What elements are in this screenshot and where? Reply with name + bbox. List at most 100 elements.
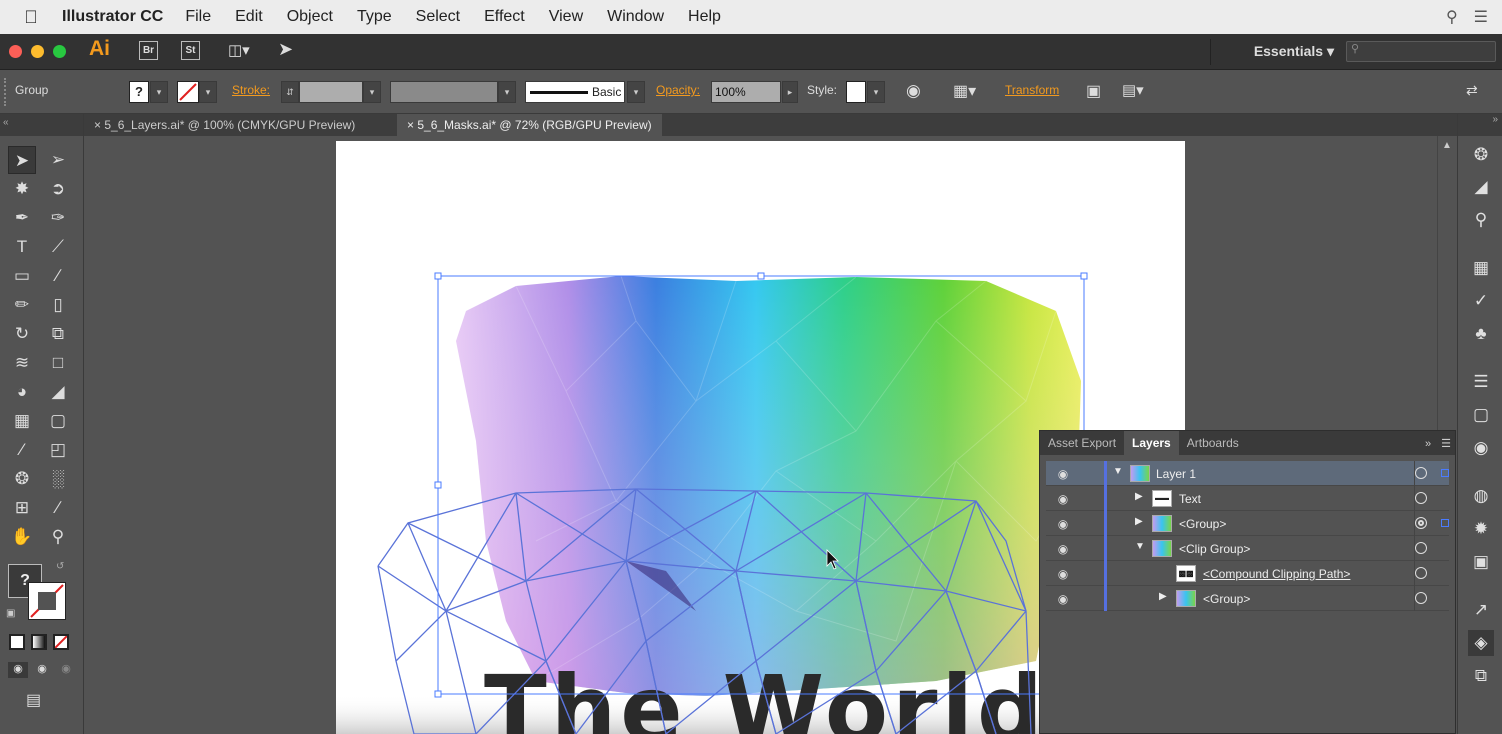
fill-swatch[interactable]: ? bbox=[129, 81, 149, 103]
opacity-panel-link[interactable]: Opacity: bbox=[656, 83, 700, 97]
visibility-eye-icon[interactable]: ◉ bbox=[1052, 567, 1074, 581]
align-to-icon[interactable]: ▦▾ bbox=[953, 81, 976, 101]
handle-top-left[interactable] bbox=[434, 272, 442, 280]
control-bar-grip[interactable] bbox=[4, 78, 7, 106]
brush-dropdown[interactable]: ▾ bbox=[627, 81, 645, 103]
free-transform-tool-icon[interactable]: □ bbox=[44, 349, 72, 377]
draw-normal-icon[interactable]: ◉ bbox=[8, 662, 28, 678]
target-circle-icon[interactable] bbox=[1415, 467, 1427, 479]
artboards-panel-icon[interactable]: ⧉ bbox=[1468, 663, 1494, 689]
disclosure-closed-icon[interactable]: ▶ bbox=[1135, 491, 1143, 502]
gpu-performance-rocket-icon[interactable]: ➤ bbox=[278, 39, 293, 60]
variable-width-profile[interactable] bbox=[390, 81, 498, 103]
scroll-up-arrow-icon[interactable]: ▲ bbox=[1442, 140, 1452, 151]
menu-file[interactable]: File bbox=[185, 8, 211, 26]
opacity-field[interactable]: 100% bbox=[711, 81, 781, 103]
selection-indicator[interactable] bbox=[1441, 469, 1449, 477]
swap-fill-stroke-icon[interactable]: ↺ bbox=[56, 561, 64, 572]
select-similar-icon[interactable]: ▤▾ bbox=[1122, 81, 1144, 99]
hand-tool-icon[interactable]: ✋ bbox=[8, 523, 36, 551]
stroke-weight-stepper[interactable]: ⇵ bbox=[281, 81, 299, 103]
target-circle-icon[interactable] bbox=[1415, 567, 1427, 579]
variable-width-dropdown[interactable]: ▾ bbox=[498, 81, 516, 103]
graphic-style-swatch[interactable] bbox=[846, 81, 866, 103]
tab-5-6-masks[interactable]: × 5_6_Masks.ai* @ 72% (RGB/GPU Preview) bbox=[397, 114, 662, 136]
target-circle-icon[interactable] bbox=[1415, 592, 1427, 604]
disclosure-open-icon[interactable]: ▼ bbox=[1135, 541, 1145, 552]
menu-effect[interactable]: Effect bbox=[484, 8, 525, 26]
draw-behind-icon[interactable]: ◉ bbox=[32, 662, 52, 678]
visibility-eye-icon[interactable]: ◉ bbox=[1052, 517, 1074, 531]
draw-inside-icon[interactable]: ◉ bbox=[56, 662, 76, 678]
visibility-eye-icon[interactable]: ◉ bbox=[1052, 467, 1074, 481]
pen-tool-icon[interactable]: ✒ bbox=[8, 204, 36, 232]
perspective-grid-tool-icon[interactable]: ◢ bbox=[44, 378, 72, 406]
recolor-artwork-icon[interactable]: ◉ bbox=[906, 81, 921, 101]
arrange-documents-icon[interactable]: ◫▾ bbox=[228, 41, 260, 61]
layer-row-group[interactable]: ◉ ▶ <Group> bbox=[1046, 511, 1449, 536]
handle-top-right[interactable] bbox=[1080, 272, 1088, 280]
export-for-screens-icon[interactable]: ↗ bbox=[1468, 597, 1494, 623]
stroke-indicator[interactable] bbox=[28, 582, 66, 620]
warp-tool-icon[interactable]: ≋ bbox=[8, 349, 36, 377]
stroke-weight-dropdown[interactable]: ▾ bbox=[363, 81, 381, 103]
window-close-button[interactable] bbox=[9, 45, 22, 58]
curvature-tool-icon[interactable]: ✑ bbox=[44, 204, 72, 232]
visibility-eye-icon[interactable]: ◉ bbox=[1052, 492, 1074, 506]
stroke-swatch[interactable] bbox=[177, 81, 199, 103]
tab-close-icon[interactable]: × bbox=[407, 118, 414, 132]
window-minimize-button[interactable] bbox=[31, 45, 44, 58]
transform-panel-link[interactable]: Transform bbox=[1005, 83, 1059, 97]
swatches-icon[interactable]: ▦ bbox=[1468, 255, 1494, 281]
appearance-panel-icon[interactable]: ◍ bbox=[1468, 483, 1494, 509]
panel-collapse-icon[interactable]: » bbox=[1425, 438, 1437, 455]
visibility-eye-icon[interactable]: ◉ bbox=[1052, 592, 1074, 606]
stroke-panel-icon[interactable]: ☰ bbox=[1468, 369, 1494, 395]
asset-export-icon[interactable]: ▣ bbox=[1468, 549, 1494, 575]
brush-definition[interactable]: Basic bbox=[525, 81, 625, 103]
column-graph-tool-icon[interactable]: ░ bbox=[44, 465, 72, 493]
stroke-weight-field[interactable] bbox=[299, 81, 363, 103]
symbols-icon[interactable]: ♣ bbox=[1468, 321, 1494, 347]
screen-mode-icon[interactable]: ▤ bbox=[26, 690, 41, 710]
scale-tool-icon[interactable]: ⧉ bbox=[44, 320, 72, 348]
slice-tool-icon[interactable]: ∕ bbox=[44, 494, 72, 522]
layer-row-group-nested[interactable]: ◉ ▶ <Group> bbox=[1046, 586, 1449, 611]
workspace-switcher[interactable]: Essentials ▾ bbox=[1254, 43, 1334, 60]
menu-help[interactable]: Help bbox=[688, 8, 721, 26]
paintbrush-tool-icon[interactable]: ∕ bbox=[44, 262, 72, 290]
cc-libraries-icon[interactable]: ⚲ bbox=[1468, 207, 1494, 233]
handle-middle-left[interactable] bbox=[434, 481, 442, 489]
handle-top-center[interactable] bbox=[757, 272, 765, 280]
transparency-panel-icon[interactable]: ◉ bbox=[1468, 435, 1494, 461]
eyedropper-tool-icon[interactable]: ⁄ bbox=[8, 436, 36, 464]
color-guide-icon[interactable]: ◢ bbox=[1468, 174, 1494, 200]
visibility-eye-icon[interactable]: ◉ bbox=[1052, 542, 1074, 556]
handle-bottom-left[interactable] bbox=[434, 690, 442, 698]
menu-app-name[interactable]: Illustrator CC bbox=[62, 8, 163, 26]
tab-close-icon[interactable]: × bbox=[94, 118, 101, 132]
bridge-button[interactable]: Br bbox=[139, 41, 158, 60]
selection-tool-icon[interactable]: ➤ bbox=[8, 146, 36, 174]
tab-layers[interactable]: Layers bbox=[1124, 431, 1179, 455]
brushes-icon[interactable]: ✓ bbox=[1468, 288, 1494, 314]
layer-row-text[interactable]: ◉ ▶ ▬▬ Text bbox=[1046, 486, 1449, 511]
rectangle-tool-icon[interactable]: ▭ bbox=[8, 262, 36, 290]
zoom-tool-icon[interactable]: ⚲ bbox=[44, 523, 72, 551]
menu-window[interactable]: Window bbox=[607, 8, 664, 26]
tab-asset-export[interactable]: Asset Export bbox=[1040, 436, 1124, 455]
window-zoom-button[interactable] bbox=[53, 45, 66, 58]
gradient-tool-icon[interactable]: ▢ bbox=[44, 407, 72, 435]
selection-indicator[interactable] bbox=[1441, 519, 1449, 527]
graphic-styles-icon[interactable]: ✹ bbox=[1468, 516, 1494, 542]
type-tool-icon[interactable]: T bbox=[8, 233, 36, 261]
symbol-sprayer-tool-icon[interactable]: ❂ bbox=[8, 465, 36, 493]
direct-selection-tool-icon[interactable]: ➢ bbox=[44, 146, 72, 174]
menu-object[interactable]: Object bbox=[287, 8, 333, 26]
menu-view[interactable]: View bbox=[549, 8, 583, 26]
disclosure-closed-icon[interactable]: ▶ bbox=[1135, 516, 1143, 527]
menu-edit[interactable]: Edit bbox=[235, 8, 263, 26]
layer-row-compound-clipping-path[interactable]: ◉ ▩▩ <Compound Clipping Path> bbox=[1046, 561, 1449, 586]
control-bar-menu-icon[interactable]: ⇄ bbox=[1466, 82, 1478, 99]
gradient-panel-icon[interactable]: ▢ bbox=[1468, 402, 1494, 428]
